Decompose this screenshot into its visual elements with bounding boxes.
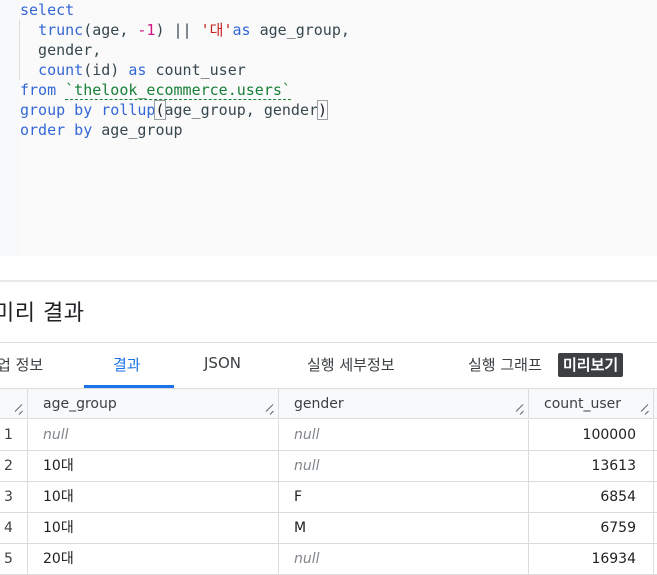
tab-execution-details[interactable]: 실행 세부정보 (307, 354, 395, 375)
sql-code[interactable]: select trunc(age, -1) || '대'as age_group… (20, 0, 350, 140)
cell-gender[interactable]: null (279, 420, 529, 450)
code-line[interactable]: gender, (20, 40, 350, 60)
column-header-label: gender (294, 396, 344, 412)
table-row[interactable]: 2 10대 null 13613 (0, 451, 657, 482)
cell-gender[interactable]: M (279, 513, 529, 543)
code-token: (id) (83, 61, 129, 79)
code-line[interactable]: count(id) as count_user (20, 60, 350, 80)
row-number: 1 (0, 420, 28, 450)
rownum-header (0, 389, 28, 419)
code-token: age_group (92, 121, 183, 139)
code-token: trunc (38, 21, 84, 39)
column-header-label: count_user (544, 396, 622, 412)
preview-badge: 미리보기 (558, 353, 624, 377)
row-number: 3 (0, 482, 28, 512)
column-resize-icon[interactable] (516, 407, 524, 415)
code-token: ( (154, 100, 166, 120)
cell-age-group[interactable]: 10대 (28, 451, 279, 481)
table-header: age_group gender count_user (0, 389, 657, 419)
cell-age-group[interactable]: null (28, 420, 279, 450)
column-header-gender[interactable]: gender (279, 389, 529, 419)
column-resize-icon[interactable] (266, 407, 274, 415)
code-token: as (128, 61, 147, 79)
code-token: order by (20, 121, 93, 139)
code-token: count (38, 61, 84, 79)
row-number: 4 (0, 513, 28, 543)
column-resize-icon[interactable] (641, 407, 649, 415)
results-title: 미리 결과 (0, 301, 85, 326)
tab-execution-graph[interactable]: 실행 그래프 (468, 354, 542, 375)
tab-job-info[interactable]: 업 정보 (0, 354, 43, 375)
cell-count-user[interactable]: 13613 (529, 451, 654, 481)
code-line[interactable]: order by age_group (20, 120, 350, 140)
column-header-label: age_group (43, 396, 117, 412)
cell-count-user[interactable]: 16934 (529, 544, 654, 574)
code-token: as (232, 21, 251, 39)
table-row[interactable]: 4 10대 M 6759 (0, 513, 657, 544)
table-row[interactable]: 5 20대 null 16934 (0, 544, 657, 575)
row-number: 2 (0, 451, 28, 481)
column-header-count-user[interactable]: count_user (529, 389, 654, 419)
cell-gender[interactable]: null (279, 544, 529, 574)
code-line[interactable]: select (20, 0, 350, 20)
code-line[interactable]: group by rollup(age_group, gender) (20, 100, 350, 120)
tab-json[interactable]: JSON (204, 354, 241, 372)
panel-divider[interactable] (0, 280, 657, 282)
code-token: group by (20, 101, 93, 119)
code-token: from (20, 81, 57, 99)
cell-age-group[interactable]: 10대 (28, 513, 279, 543)
column-resize-icon[interactable] (15, 407, 23, 415)
code-token: rollup (101, 101, 156, 119)
code-token: age_group, gender (164, 101, 319, 119)
tabs-top-border (0, 342, 657, 343)
code-token: gender, (20, 41, 102, 59)
cell-gender[interactable]: null (279, 451, 529, 481)
table-row[interactable]: 3 10대 F 6854 (0, 482, 657, 513)
code-line[interactable]: trunc(age, -1) || '대'as age_group, (20, 20, 350, 40)
table-row[interactable]: 1 null null 100000 (0, 420, 657, 451)
column-header-age-group[interactable]: age_group (28, 389, 279, 419)
code-token: select (20, 1, 75, 19)
code-token: ) (317, 100, 329, 120)
row-number: 5 (0, 544, 28, 574)
code-token: `thelook_ecommerce.users` (65, 81, 291, 100)
sql-editor[interactable]: select trunc(age, -1) || '대'as age_group… (0, 0, 657, 256)
code-token: count_user (146, 61, 246, 79)
cell-count-user[interactable]: 6759 (529, 513, 654, 543)
cell-count-user[interactable]: 6854 (529, 482, 654, 512)
cell-count-user[interactable]: 100000 (529, 420, 654, 450)
tab-results[interactable]: 결과 (113, 354, 141, 375)
cell-age-group[interactable]: 20대 (28, 544, 279, 574)
code-line[interactable]: from `thelook_ecommerce.users` (20, 80, 350, 100)
cell-age-group[interactable]: 10대 (28, 482, 279, 512)
code-token: '대' (200, 21, 233, 39)
cell-gender[interactable]: F (279, 482, 529, 512)
code-token: ) || (155, 21, 201, 39)
code-token: age_group, (250, 21, 350, 39)
code-token: (age, (83, 21, 138, 39)
code-token: -1 (137, 21, 156, 39)
